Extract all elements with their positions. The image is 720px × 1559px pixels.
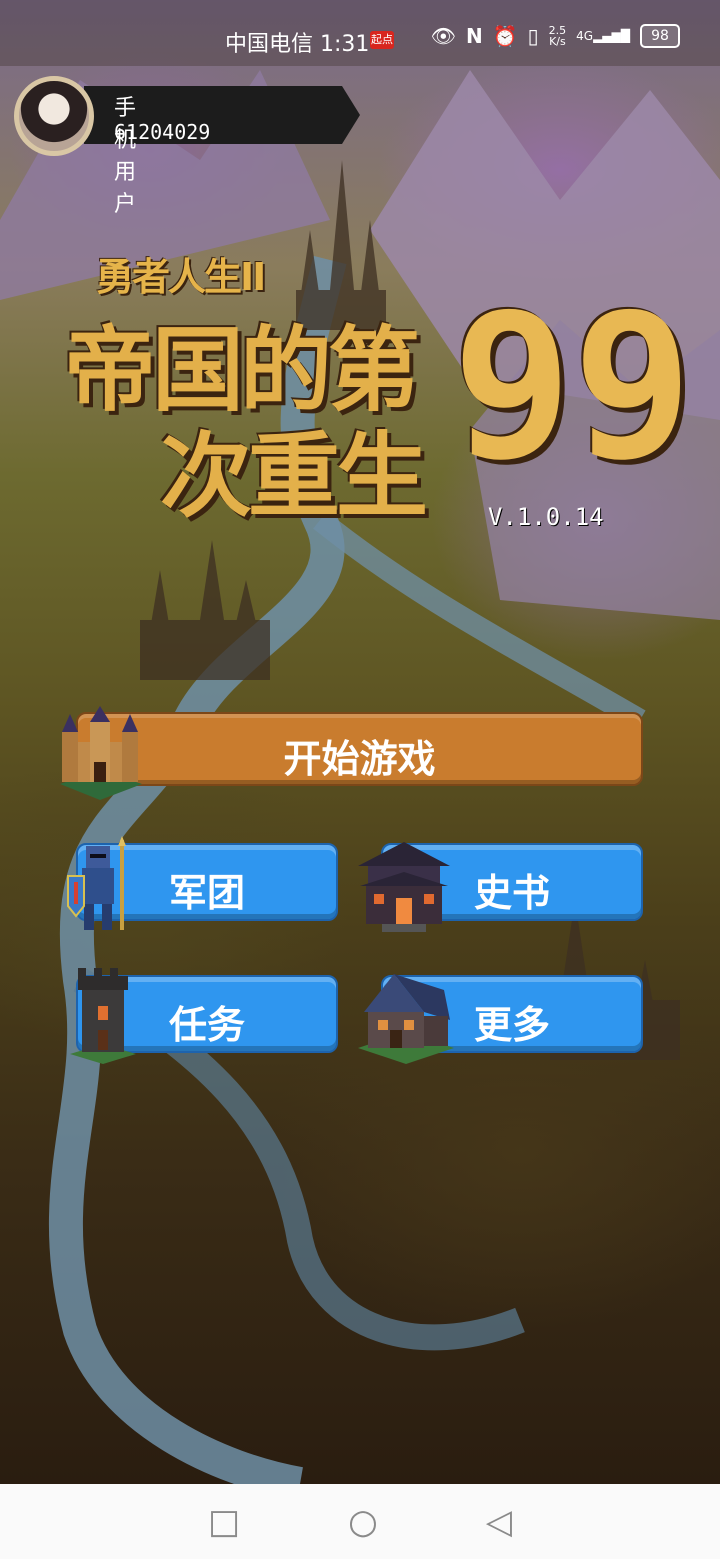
logo-number: 99 [452, 271, 693, 504]
user-id: 61204029 [114, 120, 211, 144]
app-notification-badge: 起点 [370, 31, 394, 49]
house-icon [358, 974, 454, 1064]
game-logo: 勇者人生II 帝国的第 次重生 99 [60, 238, 693, 538]
vibrate-icon: ▯ [527, 24, 539, 48]
temple-icon [358, 842, 450, 932]
tower-icon [70, 968, 136, 1064]
network-speed: 2.5 K/s [548, 24, 567, 48]
battery-icon: 98 [640, 24, 680, 48]
carrier-time: 中国电信 1:31 [225, 32, 370, 57]
version-label: V.1.0.14 [488, 503, 604, 531]
nfc-icon: N [465, 24, 483, 48]
knight-icon [67, 836, 126, 930]
back-icon[interactable]: ◁ [486, 1502, 512, 1542]
castle-icon [60, 706, 142, 800]
status-icons: 👁 N ⏰ ▯ 2.5 K/s 4G▂▄▆█ 98 [431, 24, 680, 48]
logo-title-line2: 次重生 [160, 423, 428, 530]
avatar[interactable] [14, 76, 94, 156]
alarm-icon: ⏰ [492, 24, 518, 48]
signal-icon: 4G▂▄▆█ [576, 29, 630, 43]
eye-icon: 👁 [430, 24, 456, 48]
home-icon[interactable]: ○ [348, 1502, 378, 1542]
start-game-button[interactable]: 开始游戏 [76, 712, 643, 786]
status-bar: 中国电信 1:31 起点 👁 N ⏰ ▯ 2.5 K/s 4G▂▄▆█ 98 [0, 0, 720, 66]
recent-apps-icon[interactable]: □ [208, 1502, 240, 1542]
logo-subtitle: 勇者人生II [96, 255, 266, 299]
start-game-label: 开始游戏 [283, 737, 436, 781]
user-name: 手机用户 [114, 96, 137, 217]
system-navigation-bar: □ ○ ◁ [0, 1484, 720, 1559]
